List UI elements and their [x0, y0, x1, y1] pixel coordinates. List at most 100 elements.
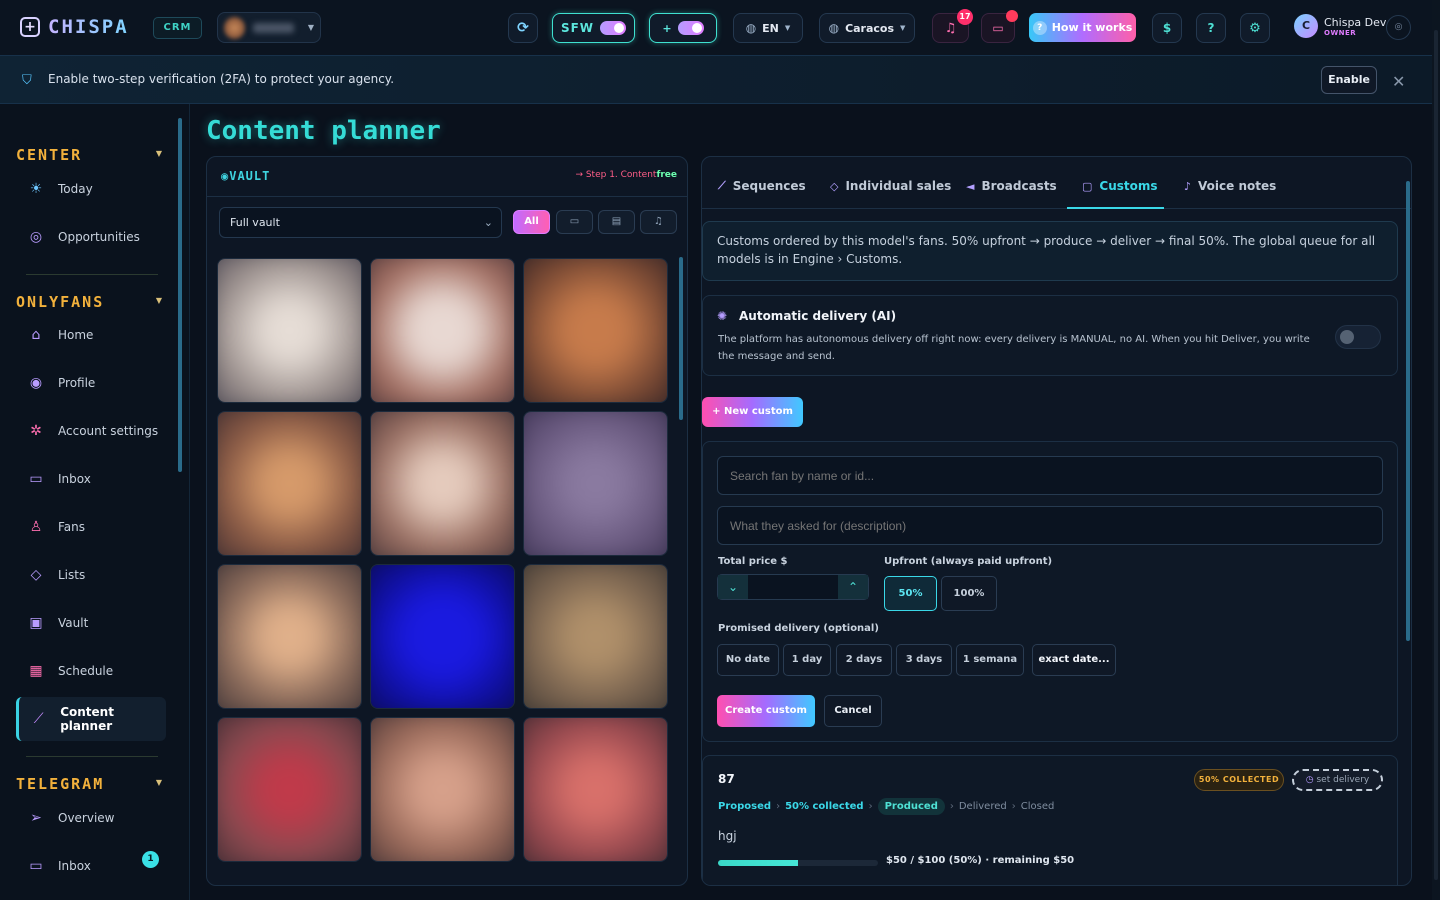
sidebar-scrollbar[interactable] — [178, 118, 182, 472]
filter-videos-icon[interactable]: ▤ — [598, 210, 635, 234]
media-thumbnail[interactable] — [217, 564, 362, 709]
delivery-1-day[interactable]: 1 day — [783, 644, 831, 676]
auto-delivery-card: ✺ Automatic delivery (AI) The platform h… — [702, 295, 1398, 376]
media-thumbnail[interactable] — [523, 717, 668, 862]
language-select[interactable]: ◍ EN ▼ — [733, 13, 803, 43]
vault-step-hint: → Step 1. Contentfree — [575, 170, 677, 180]
section-onlyfans[interactable]: ONLYFANS ▼ — [16, 292, 166, 312]
fan-search-input[interactable] — [717, 456, 1383, 495]
chevron-up-icon[interactable]: ⌃ — [838, 575, 868, 599]
sidebar-item-vault[interactable]: ▣ Vault — [16, 601, 166, 645]
vault-filter-select[interactable]: Full vault ⌄ — [219, 207, 502, 238]
logo[interactable]: + CHISPA — [20, 16, 129, 38]
sidebar-item-today[interactable]: ☀ Today — [16, 167, 166, 211]
media-thumbnail[interactable] — [370, 411, 515, 556]
delivery-2-days[interactable]: 2 days — [836, 644, 892, 676]
refresh-button[interactable]: ⟳ — [508, 13, 538, 43]
section-center[interactable]: CENTER ▼ — [16, 145, 166, 165]
sidebar-item-telegram-inbox[interactable]: ▭ Inbox — [16, 844, 166, 888]
media-thumbnail[interactable] — [523, 564, 668, 709]
price-stepper[interactable]: ⌄ ⌃ — [717, 574, 869, 600]
media-thumbnail[interactable] — [217, 411, 362, 556]
chevron-down-icon: ▼ — [155, 296, 162, 305]
filter-photos-icon[interactable]: ▭ — [556, 210, 593, 234]
megaphone-icon: ◄ — [966, 179, 975, 193]
sidebar-item-account-settings[interactable]: ✲ Account settings — [16, 409, 166, 453]
vault-title-text: VAULT — [229, 169, 271, 183]
page-scrollbar[interactable] — [1432, 0, 1440, 900]
unread-dot — [1006, 10, 1018, 22]
clock-icon: ◷ — [1305, 775, 1314, 785]
delivery-3-days[interactable]: 3 days — [896, 644, 952, 676]
media-thumbnail[interactable] — [523, 411, 668, 556]
account-selector[interactable]: ▼ — [217, 12, 321, 43]
payment-progress-fill — [718, 860, 798, 866]
upfront-100-option[interactable]: 100% — [941, 576, 997, 611]
settings-button[interactable]: ⚙ — [1240, 13, 1270, 43]
tab-broadcasts[interactable]: ◄ Broadcasts — [966, 179, 1057, 193]
sfw-switch[interactable] — [600, 21, 627, 35]
sidebar-item-opportunities[interactable]: ◎ Opportunities — [16, 215, 166, 259]
upfront-50-option[interactable]: 50% — [884, 576, 937, 611]
description-input[interactable] — [717, 506, 1383, 545]
auto-delivery-toggle[interactable] — [1335, 325, 1381, 349]
custom-order-card[interactable]: 87 50% COLLECTED ◷ set delivery Proposed… — [702, 755, 1398, 885]
brain-icon: ✺ — [717, 309, 728, 323]
logout-button[interactable]: ◎ — [1386, 15, 1411, 40]
enable-2fa-button[interactable]: Enable — [1321, 66, 1377, 94]
user-name: Chispa Dev — [1324, 15, 1387, 29]
vault-header: ◉VAULT → Step 1. Contentfree — [207, 157, 687, 197]
messages-button[interactable]: ▭ — [981, 10, 1018, 43]
crm-badge[interactable]: CRM — [153, 17, 202, 39]
auto-delivery-description: The platform has autonomous delivery off… — [718, 334, 1310, 362]
tab-voice-notes[interactable]: ♪ Voice notes — [1184, 179, 1276, 193]
media-thumbnail[interactable] — [523, 258, 668, 403]
active-tab-indicator — [1067, 207, 1164, 209]
timezone-select[interactable]: ◍ Caracos ▼ — [819, 13, 915, 43]
sidebar-item-telegram-overview[interactable]: ➢ Overview — [16, 796, 166, 840]
tab-sequences[interactable]: ⟋ Sequences — [718, 179, 806, 193]
delivery-no-date[interactable]: No date — [717, 644, 779, 676]
cancel-button[interactable]: Cancel — [824, 695, 882, 727]
filter-all[interactable]: All — [513, 210, 550, 234]
sidebar-item-inbox[interactable]: ▭ Inbox — [16, 457, 166, 501]
vault-select-value: Full vault — [230, 216, 280, 229]
section-telegram[interactable]: TELEGRAM ▼ — [16, 774, 166, 794]
chevron-down-icon[interactable]: ⌄ — [718, 575, 748, 599]
tab-individual-sales[interactable]: ◇ Individual sales — [830, 179, 951, 193]
page-scroll-thumb[interactable] — [1434, 30, 1438, 880]
new-custom-button[interactable]: + New custom — [702, 397, 803, 427]
sidebar-item-home[interactable]: ⌂ Home — [16, 313, 166, 357]
user-menu[interactable]: C Chispa Dev OWNER — [1294, 14, 1386, 38]
sidebar-item-profile[interactable]: ◉ Profile — [16, 361, 166, 405]
media-thumbnail[interactable] — [370, 258, 515, 403]
media-thumbnail[interactable] — [370, 564, 515, 709]
vault-scrollbar[interactable] — [679, 257, 683, 420]
media-thumbnail[interactable] — [217, 258, 362, 403]
how-it-works-button[interactable]: ? How it works — [1029, 13, 1136, 42]
payment-progress-bar — [718, 860, 878, 866]
create-custom-button[interactable]: Create custom — [717, 695, 815, 727]
tab-customs[interactable]: ▢ Customs — [1082, 179, 1158, 193]
close-icon[interactable]: ✕ — [1392, 72, 1405, 91]
sfw-toggle[interactable]: SFW — [552, 13, 635, 43]
how-it-works-label: How it works — [1051, 21, 1133, 34]
media-thumbnail[interactable] — [370, 717, 515, 862]
plus-toggle[interactable]: + — [649, 13, 717, 43]
notifications-button[interactable]: ♫ 17 — [932, 9, 973, 43]
panel-scrollbar[interactable] — [1406, 181, 1410, 641]
filter-audio-icon[interactable]: ♫ — [640, 210, 677, 234]
billing-button[interactable]: $ — [1152, 13, 1182, 43]
help-button[interactable]: ? — [1196, 13, 1226, 43]
sidebar-item-schedule[interactable]: ▦ Schedule — [16, 649, 166, 693]
delivery-exact-date[interactable]: exact date... — [1032, 644, 1116, 676]
plus-switch[interactable] — [677, 21, 704, 35]
set-delivery-button[interactable]: ◷ set delivery — [1292, 769, 1383, 791]
media-thumbnail[interactable] — [217, 717, 362, 862]
sidebar-item-fans[interactable]: ♙ Fans — [16, 505, 166, 549]
delivery-1-week[interactable]: 1 semana — [956, 644, 1024, 676]
sidebar-item-lists[interactable]: ◇ Lists — [16, 553, 166, 597]
payment-amount: $50 / $100 (50%) · remaining $50 — [886, 855, 1075, 866]
sidebar-item-label: Content planner — [60, 705, 114, 733]
sidebar-item-content-planner[interactable]: ⟋ Content planner — [16, 697, 166, 741]
